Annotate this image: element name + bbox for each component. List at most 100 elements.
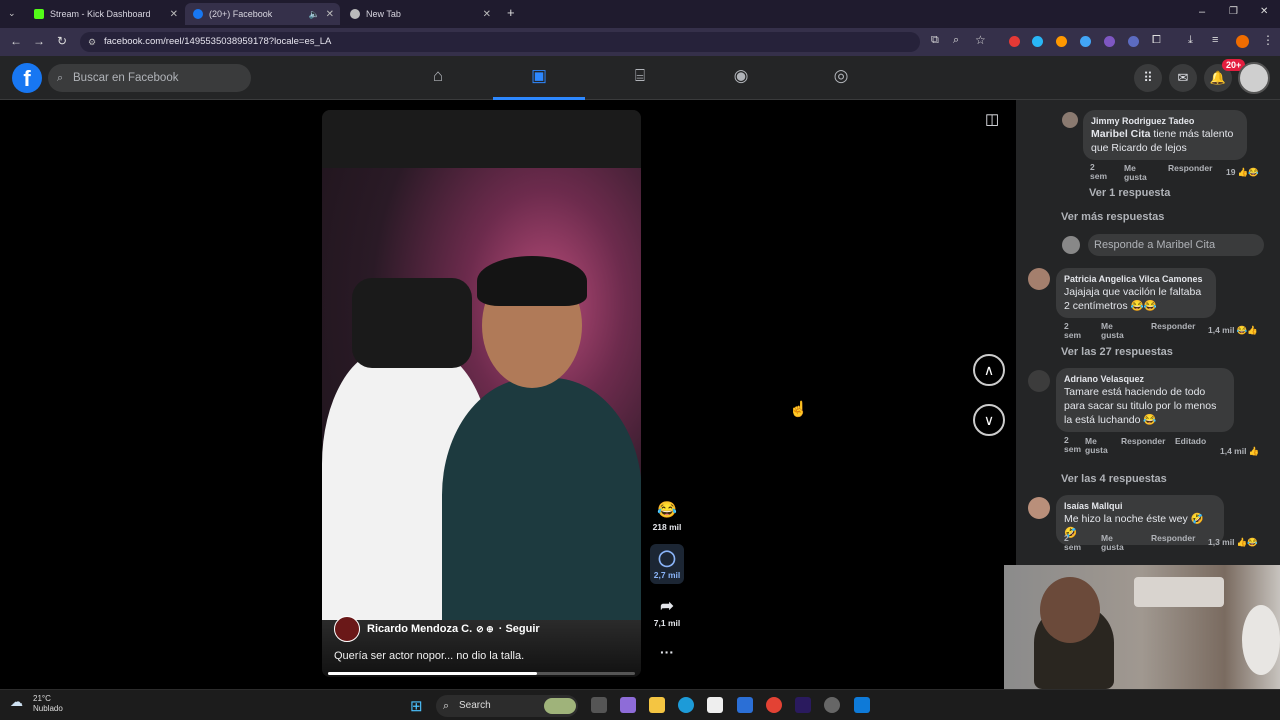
marketplace-icon[interactable]: ⌸ <box>594 66 686 100</box>
comment-time: 2 sem <box>1090 162 1108 181</box>
reply-input[interactable]: Responde a Maribel Cita <box>1088 234 1264 256</box>
avatar[interactable] <box>1028 370 1050 392</box>
store-icon[interactable] <box>707 697 723 713</box>
extension-icon[interactable] <box>1032 36 1043 47</box>
toggle-panel-icon[interactable]: ◫ <box>985 110 999 128</box>
home-icon[interactable]: ⌂ <box>392 66 484 100</box>
windows-start-icon[interactable]: ⊞ <box>410 697 423 715</box>
previous-reel-button[interactable]: ∧ <box>973 354 1005 386</box>
like-link[interactable]: Me gusta <box>1101 322 1127 340</box>
share-icon: ➦ <box>660 598 674 615</box>
profile-avatar[interactable] <box>1236 35 1249 48</box>
weather-text: Nublado <box>33 704 63 713</box>
like-link[interactable]: Me gusta <box>1101 534 1127 552</box>
like-link[interactable]: Me gusta <box>1085 437 1111 455</box>
like-link[interactable]: Me gusta <box>1124 164 1150 182</box>
hand-cursor-icon: ☝ <box>789 401 808 418</box>
reel-player[interactable]: Ricardo Mendoza C. ⊘ ⊕ · Seguir Quería s… <box>322 110 641 677</box>
tab-new[interactable]: New Tab ✕ <box>342 3 497 25</box>
premiere-icon[interactable] <box>795 697 811 713</box>
comment-author[interactable]: Isaías Mallqui <box>1064 500 1216 512</box>
extension-icon[interactable] <box>1056 36 1067 47</box>
speaker-icon[interactable]: 🔈 <box>309 9 320 20</box>
task-view-icon[interactable] <box>591 697 607 713</box>
view-replies-link[interactable]: Ver las 4 respuestas <box>1061 473 1167 485</box>
reactions-button[interactable]: 😂 218 mil <box>650 500 684 532</box>
comment-author[interactable]: Adriano Velasquez <box>1064 373 1226 385</box>
maximize-button[interactable]: ❐ <box>1229 6 1238 17</box>
follow-link[interactable]: · Seguir <box>499 623 540 635</box>
extension-icon[interactable] <box>1080 36 1091 47</box>
close-icon[interactable]: ✕ <box>483 9 491 20</box>
avatar[interactable] <box>1062 112 1078 128</box>
comment-mention[interactable]: Maribel Cita <box>1091 128 1151 140</box>
reply-link[interactable]: Responder <box>1151 534 1195 543</box>
taskbar-search[interactable]: ⌕ Search <box>436 695 578 717</box>
view-more-replies-link[interactable]: Ver más respuestas <box>1061 211 1164 223</box>
messenger-icon[interactable]: ✉ <box>1169 64 1197 92</box>
next-reel-button[interactable]: ∨ <box>973 404 1005 436</box>
reactions-count: 218 mil <box>652 522 682 532</box>
video-progress-bar[interactable] <box>328 672 635 675</box>
extension-icon[interactable] <box>1128 36 1139 47</box>
reply-link[interactable]: Responder <box>1121 437 1165 446</box>
close-window-button[interactable]: ✕ <box>1260 6 1268 17</box>
reading-list-icon[interactable]: ≡ <box>1212 34 1218 46</box>
reply-link[interactable]: Responder <box>1168 164 1212 173</box>
tab-list-icon[interactable]: ⌄ <box>8 8 16 19</box>
tab-facebook[interactable]: (20+) Facebook 🔈 ✕ <box>185 3 340 25</box>
back-icon[interactable]: ← <box>10 34 22 48</box>
facebook-logo-icon[interactable]: f <box>12 63 42 93</box>
menu-grid-icon[interactable]: ⠿ <box>1134 64 1162 92</box>
url-field[interactable]: ⚙ facebook.com/reel/1495535038959178?loc… <box>80 32 920 52</box>
chrome-icon[interactable] <box>766 697 782 713</box>
puzzle-icon[interactable]: ⧠ <box>1152 34 1161 47</box>
extension-icon[interactable] <box>1009 36 1020 47</box>
facebook-icon <box>193 9 203 19</box>
forward-icon[interactable]: → <box>33 34 45 48</box>
comment-bubble: Jimmy Rodriguez Tadeo Maribel Cita tiene… <box>1083 110 1247 160</box>
reload-icon[interactable]: ↻ <box>57 34 67 48</box>
gaming-icon[interactable]: ◎ <box>795 66 887 100</box>
file-explorer-icon[interactable] <box>649 697 665 713</box>
groups-icon[interactable]: ◉ <box>695 66 787 100</box>
avatar[interactable] <box>1028 268 1050 290</box>
avatar[interactable] <box>1238 62 1270 94</box>
reel-video-frame[interactable] <box>322 168 641 638</box>
view-replies-link[interactable]: Ver 1 respuesta <box>1089 187 1170 199</box>
new-tab-button[interactable]: + <box>507 5 515 20</box>
comment-time: 2 sem <box>1064 435 1081 454</box>
reaction-count: 1,4 mil 😂👍 <box>1208 325 1258 335</box>
site-info-icon[interactable]: ⚙ <box>88 32 96 52</box>
comment-author[interactable]: Jimmy Rodriguez Tadeo <box>1091 115 1239 127</box>
zoom-icon[interactable]: ⌕ <box>953 34 959 47</box>
facebook-header: f ⌕ Buscar en Facebook ⌂ ▣ ⌸ ◉ ◎ ⠿ ✉ 🔔 2… <box>0 56 1280 100</box>
menu-icon[interactable]: ⋮ <box>1262 33 1274 47</box>
close-icon[interactable]: ✕ <box>326 9 334 20</box>
bookmark-star-icon[interactable]: ☆ <box>975 33 986 47</box>
reply-link[interactable]: Responder <box>1151 322 1195 331</box>
more-options-icon[interactable]: ··· <box>650 644 684 660</box>
comments-button[interactable]: ◯ 2,7 mil <box>650 544 684 584</box>
minimize-button[interactable]: – <box>1199 6 1205 18</box>
app-icon[interactable] <box>737 697 753 713</box>
edge-icon[interactable] <box>678 697 694 713</box>
settings-icon[interactable] <box>824 697 840 713</box>
author-name[interactable]: Ricardo Mendoza C. <box>367 623 472 635</box>
reaction-count-value: 19 <box>1226 167 1236 177</box>
copilot-icon[interactable] <box>620 697 636 713</box>
comment-author[interactable]: Patricia Angelica Vilca Camones <box>1064 273 1208 285</box>
tab-kick[interactable]: Stream - Kick Dashboard ✕ <box>26 3 184 25</box>
avatar[interactable] <box>1028 497 1050 519</box>
search-input[interactable]: ⌕ Buscar en Facebook <box>48 64 251 92</box>
reels-icon[interactable]: ▣ <box>493 66 585 100</box>
download-icon[interactable]: ⤓ <box>1188 34 1193 47</box>
extension-icon[interactable] <box>1104 36 1115 47</box>
author-avatar[interactable] <box>334 616 360 642</box>
reel-author[interactable]: Ricardo Mendoza C. ⊘ ⊕ · Seguir <box>334 616 540 642</box>
install-icon[interactable]: ⧉ <box>931 34 939 47</box>
view-replies-link[interactable]: Ver las 27 respuestas <box>1061 346 1173 358</box>
close-icon[interactable]: ✕ <box>170 9 178 20</box>
share-button[interactable]: ➦ 7,1 mil <box>650 596 684 628</box>
vscode-icon[interactable] <box>854 697 870 713</box>
